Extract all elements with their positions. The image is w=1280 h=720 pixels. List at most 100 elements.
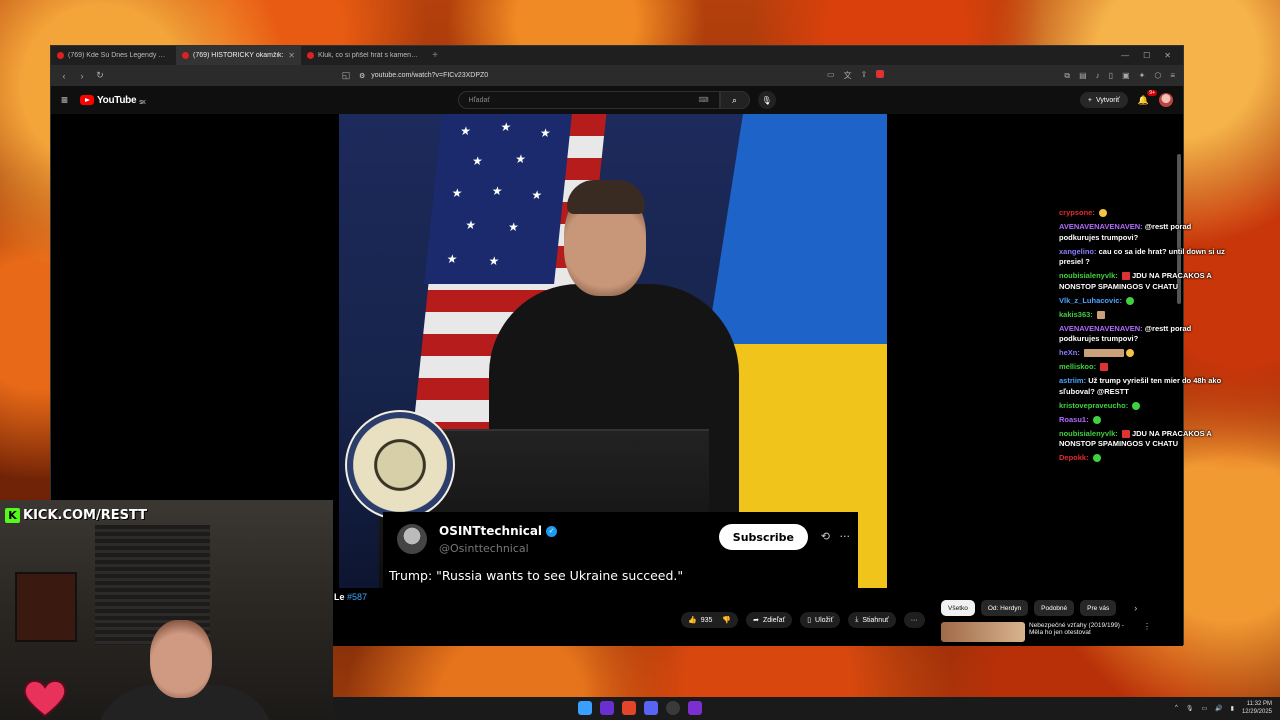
cast-icon[interactable]: ▭ [827,70,835,81]
obs-icon[interactable] [666,701,680,715]
emote-icon [1092,415,1101,424]
save-button[interactable]: ▯ Uložiť [800,612,841,628]
brave-browser-icon[interactable] [622,701,636,715]
chat-message: melliskoo: [1059,362,1229,373]
tweet-author-name: OSINTtechnical [439,524,543,538]
battery-icon[interactable]: ▮ [1231,705,1234,712]
chip-similar[interactable]: Podobné [1034,600,1075,616]
video-hashtag[interactable]: #587 [347,592,367,602]
extension-icon[interactable] [876,70,885,78]
notifications-bell-icon[interactable]: 🔔 9+ [1138,89,1157,106]
tab-3[interactable]: Kluk, co si přišel hrát s kamenem se [301,46,426,65]
chat-message: kristovepraveucho: [1059,401,1229,412]
chevron-right-icon[interactable]: › [1134,603,1137,613]
menu-icon[interactable]: ≡ [1170,71,1175,81]
system-tray: ^ 🎙 ▭ 🔊 ▮ 11:32 PM 12/29/2025 [1175,700,1272,716]
back-icon[interactable]: ‹ [59,71,69,81]
tab-search-icon[interactable]: ▤ [1079,71,1087,81]
emote-icon [1125,349,1134,358]
tweet-handle: @Osinttechnical [439,542,529,555]
kick-logo-icon: K [5,507,20,523]
recommended-video[interactable]: Nebezpečné vzťahy (2019/199) - Měla ho j… [941,622,1151,642]
share-icon[interactable]: ⇪ [861,70,868,81]
wallet-icon[interactable]: ▣ [1122,71,1130,81]
more-vertical-icon[interactable]: ⋮ [1143,622,1151,642]
network-icon[interactable]: ▭ [1202,705,1208,712]
discord-icon[interactable] [644,701,658,715]
chat-username: melliskoo: [1059,362,1097,371]
new-tab-button[interactable]: + [426,46,444,65]
avatar[interactable] [1159,93,1173,107]
logo-text: YouTube [97,94,137,106]
emote-icon [1092,454,1101,463]
chat-username: crypsone: [1059,208,1095,217]
twitch-icon[interactable] [688,701,702,715]
close-tab-icon[interactable]: ✕ [288,51,295,60]
sidebar-icon[interactable]: ▯ [1109,71,1113,81]
chip-for-you[interactable]: Pre vás [1080,600,1117,616]
minimize-icon[interactable]: — [1121,51,1129,60]
save-label: Uložiť [815,616,834,624]
chat-username: noubisialenyvlk: [1059,428,1118,438]
recommended-title[interactable]: Nebezpečné vzťahy (2019/199) - Měla ho j… [1029,622,1139,642]
chat-message: Vlk_z_Luhacovic: [1059,296,1229,307]
chat-message: Roasu1: [1059,415,1229,426]
forward-icon[interactable]: › [77,71,87,81]
windows-start-icon[interactable] [578,701,592,715]
chip-all[interactable]: Všetko [941,600,975,616]
streamer-head [150,620,212,698]
puzzle-icon[interactable]: ✦ [1139,71,1146,81]
keyboard-icon[interactable]: ⌨ [698,96,708,104]
chat-message: noubisialenyvlk: JDU NA PRACAKOS A NONST… [1059,429,1229,450]
translate-icon[interactable]: 文 [844,70,852,81]
close-window-icon[interactable]: ✕ [1164,51,1171,60]
country-code: SK [139,99,146,106]
hamburger-menu-icon[interactable]: ≡ [61,93,68,107]
chat-message: crypsone: [1059,208,1229,219]
chevron-up-icon[interactable]: ^ [1175,705,1178,711]
chat-username: heXn: [1059,348,1080,357]
chat-username: AVENAVENAVENAVEN: [1059,323,1143,333]
share-button[interactable]: ➦ Zdieľať [746,612,793,628]
chat-message: xangelino: cau co sa ide hrat? until dow… [1059,247,1229,268]
kick-url: KICK.COM/RESTT [23,507,148,523]
window-controls: — ☐ ✕ [1121,46,1183,65]
tweet-author: OSINTtechnical ✓ [439,524,558,538]
shield-icon[interactable]: ⬡ [1154,71,1161,81]
search-input[interactable]: Hľadať ⌨ [457,91,720,109]
recommended-thumbnail[interactable] [941,622,1025,642]
url-field[interactable]: ⚙ youtube.com/watch?v=FICv23XDPZ0 [359,72,819,80]
chat-message: noubisialenyvlk: JDU NA PRACAKOS A NONST… [1059,271,1229,292]
more-icon: ··· [839,530,851,543]
volume-icon[interactable]: 🔊 [1215,705,1222,712]
reload-icon[interactable]: ↻ [95,70,105,81]
emote-icon [1121,429,1130,438]
thumbs-down-icon[interactable]: 👎 [722,616,731,624]
chip-from-channel[interactable]: Od: Herdyn [980,600,1029,616]
app-icon[interactable] [600,701,614,715]
music-icon[interactable]: ♪ [1096,71,1100,81]
create-button[interactable]: + Vytvoriť [1079,92,1128,108]
youtube-logo[interactable]: YouTube SK [80,95,146,106]
tab-1[interactable]: (769) Kde Sú Dnes Legendy Českosl [51,46,176,65]
chat-username: Vlk_z_Luhacovic: [1059,295,1122,305]
download-button[interactable]: ⤓ Stiahnuť [848,612,896,628]
page-actions: ▭ 文 ⇪ [827,70,885,81]
like-button[interactable]: 👍 935 👎 [681,612,739,628]
emote-icon [1098,209,1107,218]
site-info-icon[interactable]: ⚙ [359,72,365,80]
voice-search-button[interactable]: 🎙 [757,91,776,109]
chat-username: noubisialenyvlk: [1059,271,1118,280]
more-actions-button[interactable]: ··· [903,612,925,628]
search-button[interactable]: ⌕ [719,91,750,109]
microphone-tray-icon[interactable]: 🎙 [1186,705,1194,712]
tweet-text: Trump: "Russia wants to see Ukraine succ… [389,568,684,583]
tab-title: (769) Kde Sú Dnes Legendy Českosl [68,52,170,59]
maximize-icon[interactable]: ☐ [1143,51,1150,60]
extensions-icon[interactable]: ⧉ [1064,71,1070,81]
tab-2[interactable]: (769) HISTORICKÝ okamžik: ✕ [176,46,301,65]
bookmark-icon[interactable]: ◱ [341,70,351,81]
kick-channel-banner: K KICK.COM/RESTT [0,505,152,525]
streamer-webcam [0,500,333,720]
system-clock[interactable]: 11:32 PM 12/29/2025 [1242,700,1272,716]
